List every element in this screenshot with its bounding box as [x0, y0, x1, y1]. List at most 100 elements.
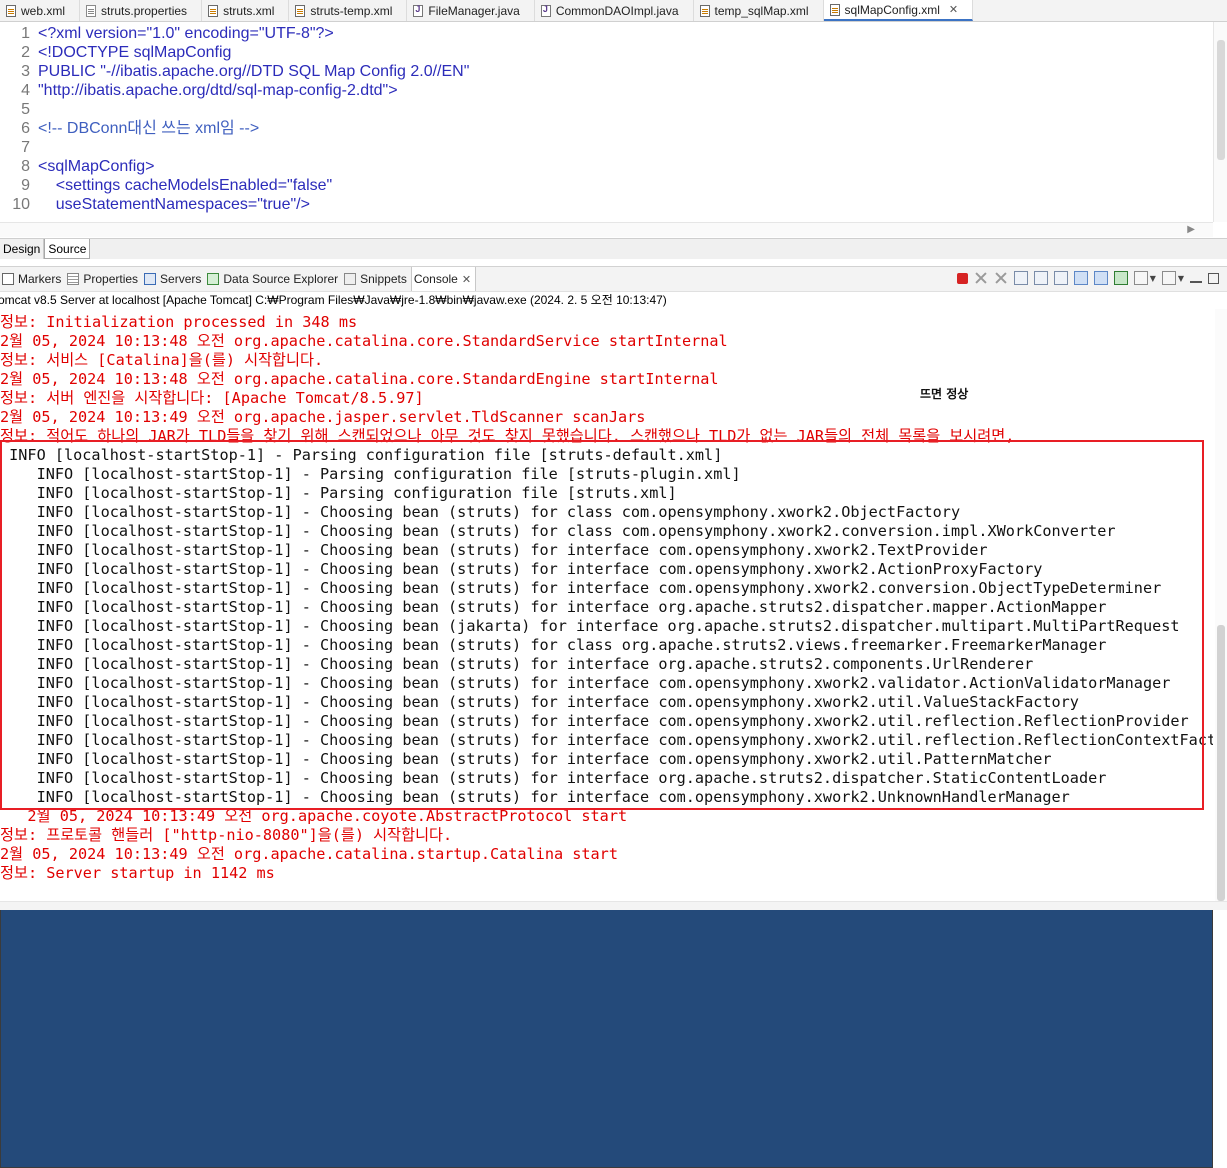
console-line: 2월 05, 2024 10:13:49 오전 org.apache.catal…: [0, 845, 618, 863]
annotation-note: 뜨면 정상: [920, 387, 969, 401]
source-line: 3 PUBLIC "-//ibatis.apache.org//DTD SQL M…: [0, 62, 1213, 81]
servers-icon: [144, 273, 157, 285]
view-tab[interactable]: Markers: [0, 267, 65, 291]
editor-tab-label: struts.xml: [223, 3, 275, 18]
editor-tab[interactable]: FileManager.java: [407, 0, 535, 21]
source-line: 8 <sqlMapConfig>: [0, 157, 1213, 176]
chevron-down-icon[interactable]: ▼: [1150, 274, 1156, 283]
console-vertical-scrollbar[interactable]: [1215, 309, 1227, 901]
markers-icon: [2, 273, 14, 285]
scrollbar-thumb[interactable]: [1217, 625, 1225, 901]
remove-all-terminated-icon[interactable]: [994, 271, 1008, 285]
line-number: 5: [21, 101, 30, 118]
line-number: 1: [21, 25, 30, 42]
show-on-stderr-icon[interactable]: [1093, 271, 1108, 285]
source-code-text: <!-- DBConn대신 쓰는 xml임 -->: [38, 120, 260, 137]
xml-file-icon: [699, 4, 710, 17]
editor-mode-tabs: Design Source: [0, 238, 1227, 259]
editor-horizontal-scrollbar[interactable]: ▶: [0, 222, 1213, 237]
editor-tab-label: FileManager.java: [428, 3, 520, 18]
display-selected-console-icon[interactable]: [1133, 271, 1148, 285]
view-tab[interactable]: Snippets: [342, 267, 411, 291]
line-number: 7: [21, 139, 30, 156]
console-line: 정보: 서비스 [Catalina]을(를) 시작합니다.: [0, 351, 324, 369]
tab-design[interactable]: Design: [0, 239, 45, 259]
source-line: 5: [0, 100, 1213, 119]
console-process-label: Tomcat v8.5 Server at localhost [Apache …: [0, 293, 667, 307]
scroll-lock-icon[interactable]: [1033, 271, 1048, 285]
editor-tab-label: sqlMapConfig.xml: [844, 2, 940, 17]
view-tab-label: Servers: [160, 272, 202, 286]
editor-tab[interactable]: struts.xml: [202, 0, 290, 21]
line-number: 10: [12, 196, 30, 213]
source-line: 1 <?xml version="1.0" encoding="UTF-8"?>: [0, 24, 1213, 43]
console-line: 정보: 프로토콜 핸들러 ["http-nio-8080"]을(를) 시작합니다…: [0, 826, 453, 844]
source-code-text: <sqlMapConfig>: [38, 158, 155, 175]
show-on-stdout-icon[interactable]: [1073, 271, 1088, 285]
scroll-right-arrow-icon[interactable]: ▶: [1187, 224, 1195, 235]
view-tabs: Markers Properties Servers Data Source Expl…: [0, 267, 1213, 1168]
editor-vertical-scrollbar[interactable]: [1213, 22, 1227, 222]
source-line: 6 <!-- DBConn대신 쓰는 xml임 -->: [0, 119, 1213, 138]
line-number: 4: [21, 82, 30, 99]
remove-launch-icon[interactable]: [974, 271, 988, 285]
terminate-icon[interactable]: [956, 273, 968, 284]
editor-tab-label: struts.properties: [101, 3, 188, 18]
editor-tab[interactable]: CommonDAOImpl.java: [535, 0, 694, 21]
line-number: 6: [21, 120, 30, 137]
chevron-down-icon[interactable]: ▼: [1178, 274, 1184, 283]
view-tab-label: Markers: [18, 272, 62, 286]
source-line: 9 <settings cacheModelsEnabled="false": [0, 176, 1213, 195]
source-code-text: <?xml version="1.0" encoding="UTF-8"?>: [38, 25, 334, 42]
word-wrap-icon[interactable]: [1053, 271, 1068, 285]
view-tab[interactable]: Servers: [142, 267, 205, 291]
xml-file-icon: [295, 4, 306, 17]
view-tab-label: Data Source Explorer: [223, 272, 339, 286]
source-line: 7: [0, 138, 1213, 157]
highlight-box: [0, 440, 1204, 810]
view-tab[interactable]: Properties: [65, 267, 142, 291]
data-source-explorer-icon: [207, 273, 220, 285]
source-code-text: useStatementNamespaces="true"/>: [38, 196, 310, 213]
source-code-text: <!DOCTYPE sqlMapConfig: [38, 44, 232, 61]
editor-tab[interactable]: temp_sqlMap.xml: [694, 0, 824, 21]
close-icon[interactable]: ✕: [462, 273, 471, 286]
clear-console-icon[interactable]: [1013, 271, 1028, 285]
properties-file-icon: [86, 4, 97, 17]
editor-tab-label: temp_sqlMap.xml: [714, 3, 809, 18]
source-line: 10 useStatementNamespaces="true"/>: [0, 195, 1213, 214]
console-line: 정보: 서버 엔진을 시작합니다: [Apache Tomcat/8.5.97]: [0, 389, 424, 407]
source-line: 4 "http://ibatis.apache.org/dtd/sql-map-c…: [0, 81, 1213, 100]
xml-file-icon: [6, 4, 16, 17]
java-file-icon: [540, 4, 551, 17]
editor-tab-label: web.xml: [21, 3, 66, 18]
source-editor[interactable]: 1 <?xml version="1.0" encoding="UTF-8"?> 2…: [0, 22, 1213, 222]
editor-tab[interactable]: struts-temp.xml: [289, 0, 408, 21]
close-icon[interactable]: ✕: [949, 3, 958, 16]
pin-console-icon[interactable]: [1113, 271, 1128, 285]
editor-tab-label: struts-temp.xml: [310, 3, 393, 18]
maximize-icon[interactable]: [1208, 272, 1219, 284]
view-tab[interactable]: Data Source Explorer: [205, 267, 342, 291]
editor-tab[interactable]: struts.properties: [80, 0, 203, 21]
properties-icon: [67, 273, 80, 285]
open-console-icon[interactable]: [1161, 271, 1176, 285]
line-number: 3: [21, 63, 30, 80]
xml-file-icon: [829, 3, 840, 16]
view-tab-label: Console: [413, 272, 458, 286]
views-tab-bar: Markers Properties Servers Data Source Expl…: [0, 266, 1227, 1168]
java-file-icon: [413, 4, 424, 17]
console-line: 정보: Initialization processed in 348 ms: [0, 313, 358, 331]
console-line: 2월 05, 2024 10:13:49 오전 org.apache.jaspe…: [0, 408, 646, 426]
view-tab[interactable]: Console ✕: [0, 267, 1213, 1168]
tab-source[interactable]: Source: [44, 239, 91, 259]
editor-tab-label: CommonDAOImpl.java: [555, 3, 679, 18]
editor-tab[interactable]: web.xml: [0, 0, 81, 21]
editor-tab[interactable]: sqlMapConfig.xml ✕: [823, 0, 974, 21]
line-number: 9: [21, 177, 30, 194]
minimize-icon[interactable]: [1190, 281, 1202, 283]
editor-tab-bar: web.xml struts.properties struts.xml struts…: [0, 0, 1227, 22]
view-tab-label: Properties: [83, 272, 139, 286]
line-number: 8: [21, 158, 30, 175]
scrollbar-thumb[interactable]: [1217, 40, 1225, 160]
